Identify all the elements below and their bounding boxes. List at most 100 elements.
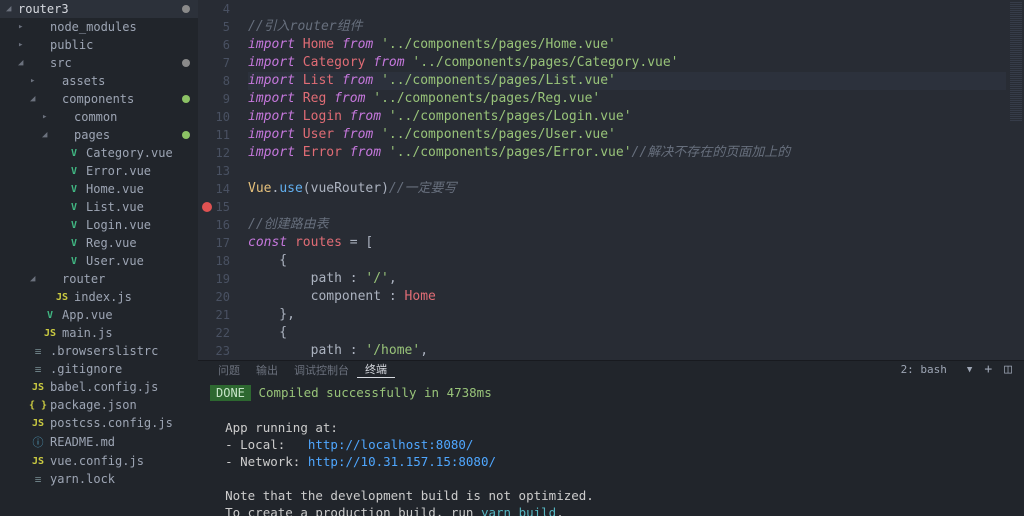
chevron-right-icon[interactable]: ▸	[18, 40, 30, 50]
chevron-down-icon[interactable]: ◢	[30, 274, 42, 284]
file-label: App.vue	[62, 308, 113, 322]
tree-item-reg-vue[interactable]: VReg.vue	[0, 234, 198, 252]
line-number[interactable]: 16	[198, 216, 230, 234]
tree-item-src[interactable]: ◢src	[0, 54, 198, 72]
split-terminal-icon[interactable]: ◫	[1004, 362, 1012, 377]
tree-item-vue-config-js[interactable]: JSvue.config.js	[0, 452, 198, 470]
line-number[interactable]: 19	[198, 270, 230, 288]
tree-item-category-vue[interactable]: VCategory.vue	[0, 144, 198, 162]
code-line[interactable]: import Category from '../components/page…	[248, 54, 1006, 72]
tree-item-user-vue[interactable]: VUser.vue	[0, 252, 198, 270]
breakpoint-icon[interactable]	[202, 202, 212, 212]
line-number[interactable]: 10	[198, 108, 230, 126]
line-number[interactable]: 9	[198, 90, 230, 108]
network-url[interactable]: http://10.31.157.15:8080/	[308, 454, 496, 469]
line-number[interactable]: 7	[198, 54, 230, 72]
line-number[interactable]: 22	[198, 324, 230, 342]
code-line[interactable]: path : '/',	[248, 270, 1006, 288]
note-1: Note that the development build is not o…	[225, 488, 594, 503]
code-line[interactable]: import Reg from '../components/pages/Reg…	[248, 90, 1006, 108]
tree-item-main-js[interactable]: JSmain.js	[0, 324, 198, 342]
tree-item-package-json[interactable]: { }package.json	[0, 396, 198, 414]
tab-output[interactable]: 输出	[248, 362, 286, 378]
code-line[interactable]: component : Home	[248, 288, 1006, 306]
code-line[interactable]: path : '/home',	[248, 342, 1006, 360]
line-number[interactable]: 14	[198, 180, 230, 198]
chevron-down-icon[interactable]: ◢	[42, 130, 54, 140]
tab-terminal[interactable]: 终端	[357, 361, 395, 378]
tree-item-node_modules[interactable]: ▸node_modules	[0, 18, 198, 36]
line-number[interactable]: 20	[198, 288, 230, 306]
line-number[interactable]: 15	[198, 198, 230, 216]
code-line[interactable]: {	[248, 252, 1006, 270]
minimap[interactable]	[1006, 0, 1024, 360]
code-line[interactable]: Vue.use(vueRouter)//一定要写	[248, 180, 1006, 198]
tree-item-readme-md[interactable]: ⓘREADME.md	[0, 432, 198, 452]
tree-item-babel-config-js[interactable]: JSbabel.config.js	[0, 378, 198, 396]
code-line[interactable]: import Home from '../components/pages/Ho…	[248, 36, 1006, 54]
code-line[interactable]: },	[248, 306, 1006, 324]
tree-item-app-vue[interactable]: VApp.vue	[0, 306, 198, 324]
line-number[interactable]: 18	[198, 252, 230, 270]
file-explorer[interactable]: ◢ router3 ▸node_modules▸public◢src▸asset…	[0, 0, 198, 516]
tab-problems[interactable]: 问题	[210, 362, 248, 378]
vue-icon: V	[66, 238, 82, 249]
line-number[interactable]: 8	[198, 72, 230, 90]
new-terminal-icon[interactable]: +	[984, 362, 992, 377]
code-editor[interactable]: 456789101112131415161718192021222324 //引…	[198, 0, 1024, 360]
tree-item-list-vue[interactable]: VList.vue	[0, 198, 198, 216]
tree-item-router[interactable]: ◢router	[0, 270, 198, 288]
note-2c: .	[556, 505, 564, 516]
line-number[interactable]: 11	[198, 126, 230, 144]
tree-item-assets[interactable]: ▸assets	[0, 72, 198, 90]
code-line[interactable]: import Login from '../components/pages/L…	[248, 108, 1006, 126]
code-line[interactable]: //引入router组件	[248, 18, 1006, 36]
tree-item-error-vue[interactable]: VError.vue	[0, 162, 198, 180]
tree-item-index-js[interactable]: JSindex.js	[0, 288, 198, 306]
code-line[interactable]	[248, 162, 1006, 180]
line-number[interactable]: 17	[198, 234, 230, 252]
chevron-right-icon[interactable]: ▸	[42, 112, 54, 122]
tree-item-login-vue[interactable]: VLogin.vue	[0, 216, 198, 234]
code-line[interactable]: import List from '../components/pages/Li…	[248, 72, 1006, 90]
js-icon: JS	[54, 292, 70, 303]
token: component	[248, 289, 389, 304]
vue-icon: V	[66, 184, 82, 195]
tree-item--browserslistrc[interactable]: ≡.browserslistrc	[0, 342, 198, 360]
chevron-down-icon[interactable]: ◢	[30, 94, 42, 104]
line-number[interactable]: 23	[198, 342, 230, 360]
code-content[interactable]: //引入router组件import Home from '../compone…	[248, 0, 1006, 360]
tree-item-components[interactable]: ◢components	[0, 90, 198, 108]
code-line[interactable]	[248, 0, 1006, 18]
tree-item-pages[interactable]: ◢pages	[0, 126, 198, 144]
token: from	[342, 37, 381, 52]
tree-item-postcss-config-js[interactable]: JSpostcss.config.js	[0, 414, 198, 432]
dropdown-icon[interactable]: ▼	[967, 365, 972, 375]
tree-item--gitignore[interactable]: ≡.gitignore	[0, 360, 198, 378]
tree-item-home-vue[interactable]: VHome.vue	[0, 180, 198, 198]
line-number[interactable]: 21	[198, 306, 230, 324]
chevron-down-icon[interactable]: ◢	[18, 58, 30, 68]
line-number-gutter[interactable]: 456789101112131415161718192021222324	[198, 0, 248, 360]
tree-item-yarn-lock[interactable]: ≡yarn.lock	[0, 470, 198, 488]
code-line[interactable]	[248, 198, 1006, 216]
code-line[interactable]: const routes = [	[248, 234, 1006, 252]
terminal-output[interactable]: DONE Compiled successfully in 4738ms App…	[198, 378, 1024, 516]
line-number[interactable]: 12	[198, 144, 230, 162]
modified-dot-icon	[182, 131, 190, 139]
chevron-right-icon[interactable]: ▸	[30, 76, 42, 86]
code-line[interactable]: //创建路由表	[248, 216, 1006, 234]
chevron-right-icon[interactable]: ▸	[18, 22, 30, 32]
line-number[interactable]: 6	[198, 36, 230, 54]
code-line[interactable]: import User from '../components/pages/Us…	[248, 126, 1006, 144]
tree-item-common[interactable]: ▸common	[0, 108, 198, 126]
tree-item-public[interactable]: ▸public	[0, 36, 198, 54]
line-number[interactable]: 5	[198, 18, 230, 36]
line-number[interactable]: 13	[198, 162, 230, 180]
local-url[interactable]: http://localhost:8080/	[308, 437, 474, 452]
line-number[interactable]: 4	[198, 0, 230, 18]
code-line[interactable]: import Error from '../components/pages/E…	[248, 144, 1006, 162]
project-root[interactable]: ◢ router3	[0, 0, 198, 18]
code-line[interactable]: {	[248, 324, 1006, 342]
tab-debug-console[interactable]: 调试控制台	[286, 362, 357, 378]
